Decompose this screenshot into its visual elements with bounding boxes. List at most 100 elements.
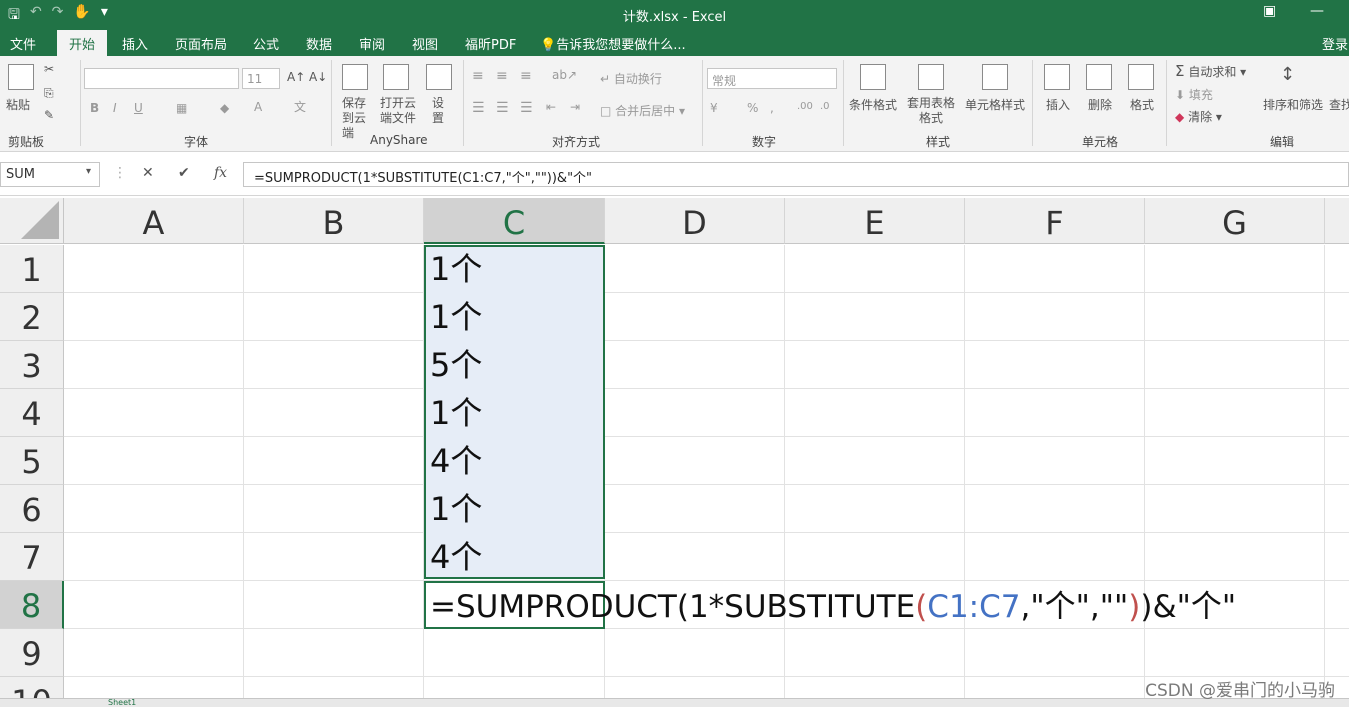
underline-button[interactable]: U [134,101,143,115]
grid-cell[interactable] [64,341,244,389]
column-header-e[interactable]: E [785,198,965,244]
percent-button[interactable]: % [747,101,758,115]
name-box[interactable]: SUM [0,162,100,187]
insert-cells-icon[interactable] [1044,64,1070,90]
grid-cell[interactable] [1145,245,1325,293]
increase-decimal-icon[interactable]: .00 [797,101,813,112]
grid-cell[interactable] [605,389,785,437]
format-painter-icon[interactable]: ✎ [44,108,54,122]
grid-cell[interactable] [965,533,1145,581]
number-format-dropdown[interactable]: 常规 [707,68,837,89]
grid-cell[interactable] [244,677,424,698]
tab-formulas[interactable]: 公式 [253,34,279,53]
grid-cell[interactable] [965,293,1145,341]
cell-c4[interactable]: 1个 [424,389,482,437]
align-bottom-icon[interactable]: ≡ [520,68,532,84]
grid-cell[interactable] [244,341,424,389]
grid-cell[interactable] [1145,533,1325,581]
grid-cell[interactable] [965,437,1145,485]
grid-cell[interactable] [424,629,605,677]
align-center-icon[interactable]: ☰ [496,100,509,116]
italic-button[interactable]: I [113,101,117,115]
conditional-format-icon[interactable] [860,64,886,90]
font-color-icon[interactable]: A [254,100,262,114]
grid-cell[interactable] [1145,341,1325,389]
grid-cell[interactable] [785,485,965,533]
grid-cell[interactable] [605,293,785,341]
grid-cell[interactable] [1325,533,1349,581]
row-header-8[interactable]: 8 [0,581,64,629]
grid-cell[interactable] [785,677,965,698]
align-middle-icon[interactable]: ≡ [496,68,508,84]
align-right-icon[interactable]: ☰ [520,100,533,116]
find-select-button[interactable]: 查找 [1329,96,1349,113]
borders-icon[interactable]: ▦ [176,101,187,115]
cloud-save-icon[interactable] [342,64,368,90]
grid-cell[interactable] [1325,389,1349,437]
row-header-9[interactable]: 9 [0,629,64,677]
column-header-h[interactable] [1325,198,1349,244]
clear-button[interactable]: ◆ 清除 ▾ [1175,108,1222,125]
delete-cells-button[interactable]: 删除 [1088,96,1112,113]
grid-cell[interactable] [965,677,1145,698]
grid-cell[interactable] [965,485,1145,533]
grid-cell[interactable] [1145,485,1325,533]
paste-button-label[interactable]: 粘贴 [6,96,30,113]
grid-cell[interactable] [1145,629,1325,677]
cell-c5[interactable]: 4个 [424,437,482,485]
sign-in-link[interactable]: 登录 [1322,34,1348,53]
settings-gear-icon[interactable] [426,64,452,90]
grid-cell[interactable] [244,581,424,629]
row-header-6[interactable]: 6 [0,485,64,533]
formula-input[interactable]: =SUMPRODUCT(1*SUBSTITUTE(C1:C7,"个",""))&… [243,162,1349,187]
grid-cell[interactable] [785,437,965,485]
grid-cell[interactable] [1325,629,1349,677]
cut-icon[interactable]: ✂ [44,62,54,76]
increase-indent-icon[interactable]: ⇥ [570,100,580,114]
align-top-icon[interactable]: ≡ [472,68,484,84]
grid-cell[interactable] [785,533,965,581]
cell-c3[interactable]: 5个 [424,341,482,389]
format-cells-button[interactable]: 格式 [1130,96,1154,113]
sort-filter-button[interactable]: 排序和筛选 [1263,96,1323,113]
tab-data[interactable]: 数据 [306,34,332,53]
grid-cell[interactable] [1325,437,1349,485]
column-header-g[interactable]: G [1145,198,1325,244]
conditional-format-button[interactable]: 条件格式 [849,96,897,113]
sheet-tab-sheet1[interactable]: Sheet1 [108,699,136,707]
phonetic-icon[interactable]: 文 [294,98,306,115]
grid-cell[interactable] [244,485,424,533]
grid-cell[interactable] [64,533,244,581]
align-left-icon[interactable]: ☰ [472,100,485,116]
grid-cell[interactable] [1145,293,1325,341]
grid-cell[interactable] [605,533,785,581]
sort-filter-icon[interactable]: ↕ [1280,64,1295,85]
grid-cell[interactable] [785,389,965,437]
grid-cell[interactable] [605,437,785,485]
grid-cell[interactable] [605,341,785,389]
grid-cell[interactable] [244,389,424,437]
grid-cell[interactable] [64,293,244,341]
row-header-2[interactable]: 2 [0,293,64,341]
paste-icon[interactable] [8,64,34,90]
cell-styles-button[interactable]: 单元格样式 [965,96,1025,113]
comma-style-icon[interactable]: , [770,101,774,115]
grid-cell[interactable] [64,437,244,485]
wrap-text-button[interactable]: ↵ 自动换行 [600,70,662,87]
currency-icon[interactable]: ¥ [710,101,718,115]
cell-c1[interactable]: 1个 [424,245,482,293]
font-size-dropdown[interactable]: 11 [242,68,280,89]
settings-button[interactable]: 设置 [432,96,446,126]
grid-cell[interactable] [1325,341,1349,389]
copy-icon[interactable]: ⎘ [44,86,54,101]
tab-insert[interactable]: 插入 [122,34,148,53]
increase-font-icon[interactable]: A↑ [287,70,305,84]
row-header-4[interactable]: 4 [0,389,64,437]
format-as-table-icon[interactable] [918,64,944,90]
grid-cell[interactable] [785,245,965,293]
grid-cell[interactable] [64,677,244,698]
column-header-a[interactable]: A [64,198,244,244]
autosum-button[interactable]: Σ 自动求和 ▾ [1175,62,1246,80]
column-header-c[interactable]: C [424,198,605,244]
cell-c8-editing-formula[interactable]: =SUMPRODUCT(1*SUBSTITUTE(C1:C7,"个",""))&… [426,583,1236,631]
